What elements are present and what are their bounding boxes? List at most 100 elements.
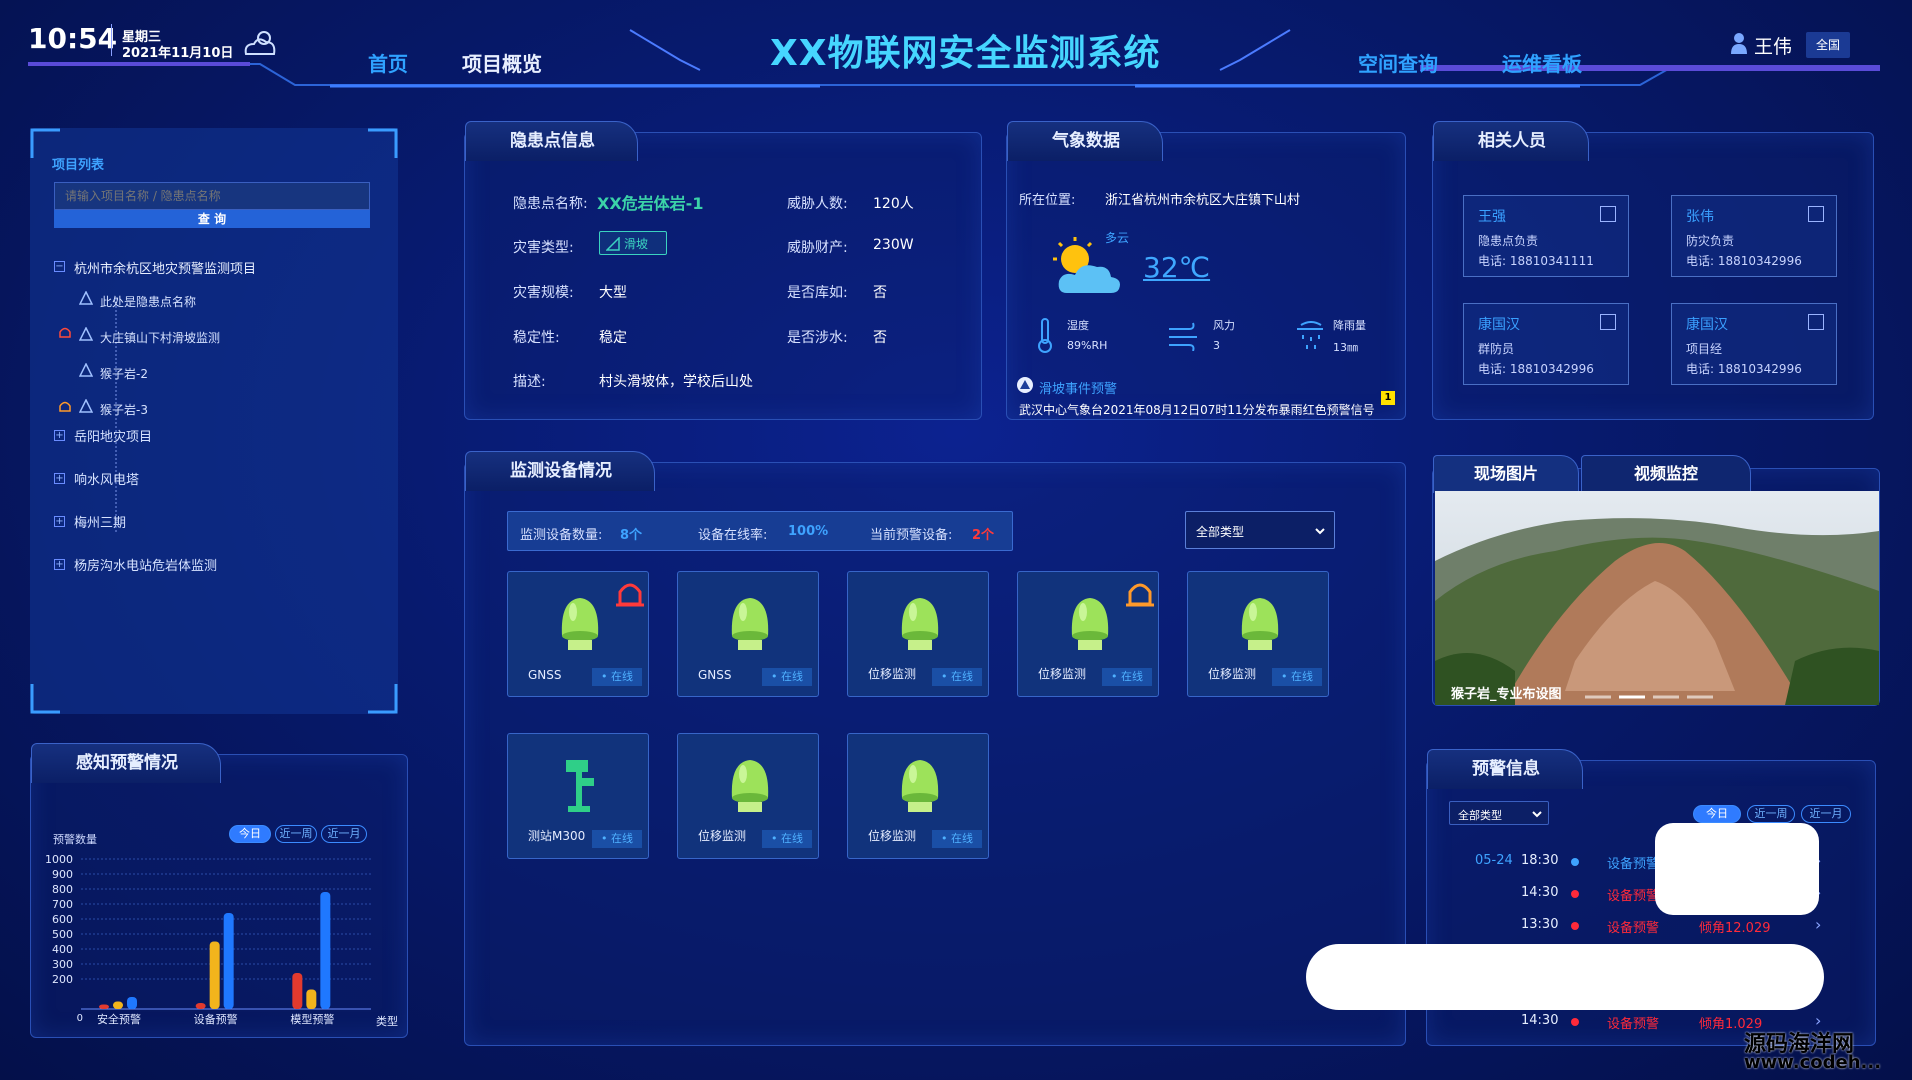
redaction-blob-wide [1306,944,1824,1010]
warning-time: 13:30 [1521,917,1559,932]
nav-space-query[interactable]: 空间查询 [1358,48,1438,77]
label-location: 所在位置: [1019,193,1076,208]
warn-tab-week[interactable]: 近一周 [1747,805,1795,823]
hazard-info-panel: 隐患点信息 隐患点名称: XX危岩体岩-1 威胁人数: 120人 灾害类型: 滑… [464,121,982,420]
label-online: 设备在线率: [698,528,768,543]
x-tick-label: 安全预警 [97,1012,141,1026]
status-dot [1571,890,1579,898]
project-search-button[interactable]: 查 询 [54,210,370,228]
tab-month[interactable]: 近一月 [321,825,367,843]
device-card[interactable]: 位移监测 • 在线 [677,733,819,859]
person-name: 王强 [1478,209,1506,225]
label-count: 监测设备数量: [520,528,603,543]
tree-root[interactable]: 杭州市余杭区地灾预警监测项目 [74,258,256,277]
tree-project-4[interactable]: 梅州三期 [74,512,126,531]
contact-icon[interactable] [1808,206,1824,222]
project-search-input[interactable] [54,182,370,210]
warning-icon [1017,377,1033,393]
sensor-dome-icon [561,598,599,650]
person-card[interactable]: 王强 隐患点负责 电话: 18810341111 [1463,195,1629,277]
alert-title[interactable]: 滑坡事件预警 [1039,378,1117,397]
device-card[interactable]: 位移监测 • 在线 [1017,571,1159,697]
x-tick-label: 模型预警 [290,1012,334,1026]
person-role: 群防员 [1478,342,1515,356]
tree-child-3[interactable]: 猴子岩-2 [100,365,148,382]
label-scale: 灾害规模: [513,285,574,301]
scope-button[interactable]: 全国 [1806,32,1850,58]
person-card[interactable]: 康国汉 项目经 电话: 18810342996 [1671,303,1837,385]
device-card[interactable]: 测站M300 • 在线 [507,733,649,859]
project-list-title: 项目列表 [52,158,105,173]
warning-type: 设备预警 [1607,889,1660,904]
chevron-right-icon[interactable]: › [1815,915,1821,934]
person-role: 隐患点负责 [1478,234,1539,248]
expand-icon[interactable]: + [54,473,65,484]
warn-tab-today[interactable]: 今日 [1693,805,1741,823]
tree-project-3[interactable]: 响水风电塔 [74,469,139,488]
y-tick-label: 900 [52,868,73,881]
hazard-point-icon [79,291,93,305]
wind-icon [1169,322,1197,351]
tree-child-2[interactable]: 大庄镇山下村滑坡监测 [100,329,220,346]
hazard-point-icon [79,399,93,413]
sensor-dome-icon [901,760,939,812]
device-status: • 在线 [932,668,982,686]
warning-type-select[interactable]: 全部类型 [1449,801,1549,825]
warn-tab-month[interactable]: 近一月 [1801,805,1851,823]
cloud-sun-icon [244,31,276,55]
tree-project-5[interactable]: 杨房沟水电站危岩体监测 [74,555,217,574]
device-card[interactable]: GNSS • 在线 [677,571,819,697]
hazard-info-title: 隐患点信息 [465,121,638,161]
expand-icon[interactable]: + [54,559,65,570]
tab-today[interactable]: 今日 [229,825,271,843]
person-phone: 电话: 18810342996 [1686,254,1802,268]
person-card[interactable]: 康国汉 群防员 电话: 18810342996 [1463,303,1629,385]
label-threat-people: 威胁人数: [787,196,848,212]
divider [111,24,112,56]
humidity: 89%RH [1067,339,1108,352]
contact-icon[interactable] [1600,314,1616,330]
header: 10:54 星期三 2021年11月10日 首页 项目概览 XX物联网安全监测系… [0,0,1912,100]
device-status: • 在线 [762,830,812,848]
tab-video[interactable]: 视频监控 [1581,455,1751,493]
perception-panel: 感知预警情况 今日 近一周 近一月 预警数量 1000 900 800 700 600 5… [30,743,408,1038]
tab-week[interactable]: 近一周 [275,825,317,843]
device-type-value: 全部类型 [1196,525,1245,539]
x-axis-label: 类型 [376,1014,398,1028]
person-name: 康国汉 [1686,317,1728,333]
expand-icon[interactable]: + [54,516,65,527]
nav-ops-board[interactable]: 运维看板 [1502,48,1582,77]
chart-bar [195,1003,206,1009]
collapse-icon[interactable]: − [54,261,65,272]
device-card[interactable]: GNSS • 在线 [507,571,649,697]
hazard-point-icon [79,363,93,377]
devices-title: 监测设备情况 [465,451,655,491]
contact-icon[interactable] [1808,314,1824,330]
warning-time: 14:30 [1521,885,1559,900]
contact-icon[interactable] [1600,206,1616,222]
tree-child-4[interactable]: 猴子岩-3 [100,401,148,418]
device-card[interactable]: 位移监测 • 在线 [847,733,989,859]
tab-site-photo[interactable]: 现场图片 [1433,455,1579,493]
landslide-photo[interactable] [1435,491,1879,705]
nav-project-overview[interactable]: 项目概览 [462,48,542,77]
nav-home[interactable]: 首页 [368,48,408,77]
expand-icon[interactable]: + [54,430,65,441]
person-card[interactable]: 张伟 防灾负责 电话: 18810342996 [1671,195,1837,277]
device-name: 位移监测 [1208,667,1257,681]
tree-child-1[interactable]: 此处是隐患点名称 [100,293,196,310]
media-panel: 现场图片 视频监控 猴子岩_专业布设图 [1432,455,1880,706]
sensor-dome-icon [731,760,769,812]
warning-detail: 倾角12.029 [1699,921,1771,936]
alert-text: 武汉中心气象台2021年08月12日07时11分发布暴雨红色预警信号 [1019,403,1375,417]
alarm-icon [59,401,71,412]
x-tick-label: 设备预警 [194,1012,238,1026]
device-type-select[interactable]: 全部类型 [1185,511,1335,549]
redaction-blob [1655,823,1819,915]
user-name[interactable]: 王伟 [1754,32,1792,59]
device-card[interactable]: 位移监测 • 在线 [847,571,989,697]
location: 浙江省杭州市余杭区大庄镇下山村 [1105,193,1301,208]
device-card[interactable]: 位移监测 • 在线 [1187,571,1329,697]
label-db: 是否库如: [787,285,848,301]
tree-project-2[interactable]: 岳阳地灾项目 [74,426,152,445]
